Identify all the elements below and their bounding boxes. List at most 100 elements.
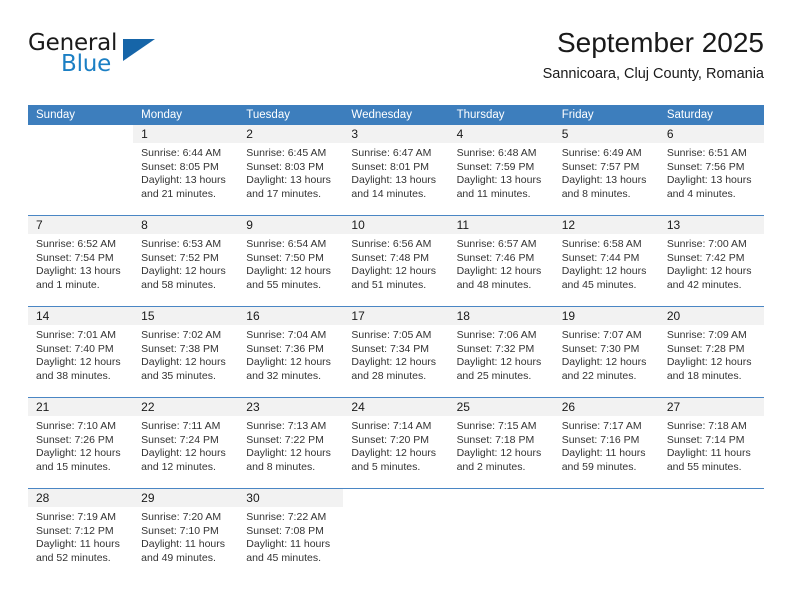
day-details: Sunrise: 6:44 AM Sunset: 8:05 PM Daylight:…: [133, 143, 238, 201]
day-details: Sunrise: 6:52 AM Sunset: 7:54 PM Daylight:…: [28, 234, 133, 292]
calendar-day-cell[interactable]: 9 Sunrise: 6:54 AM Sunset: 7:50 PM Daylight…: [238, 216, 344, 306]
weekday-header-tuesday: Tuesday: [246, 109, 290, 121]
day-details: Sunrise: 7:11 AM Sunset: 7:24 PM Daylight:…: [133, 416, 238, 474]
weekday-header-row: Sunday Monday Tuesday Wednesday Thursday…: [28, 105, 764, 125]
calendar-day-cell[interactable]: 6 Sunrise: 6:51 AM Sunset: 7:56 PM Daylight…: [658, 125, 764, 215]
sunrise-time: Sunrise: 7:10 AM: [36, 420, 116, 432]
calendar-day-cell[interactable]: 21 Sunrise: 7:10 AM Sunset: 7:26 PM Dayligh…: [28, 398, 134, 488]
calendar-day-cell[interactable]: 22 Sunrise: 7:11 AM Sunset: 7:24 PM Dayligh…: [133, 398, 239, 488]
calendar-day-cell[interactable]: 2 Sunrise: 6:45 AM Sunset: 8:03 PM Daylight…: [238, 125, 344, 215]
general-blue-logo[interactable]: General Blue: [28, 30, 208, 86]
page-header: General Blue September 2025 Sannicoara, …: [28, 26, 764, 98]
calendar-grid: Sunday Monday Tuesday Wednesday Thursday…: [28, 105, 764, 579]
sunset-time: Sunset: 7:57 PM: [561, 160, 640, 173]
day-number: 17: [343, 307, 449, 325]
daylight-duration-line2: and 4 minutes.: [666, 187, 736, 200]
calendar-day-cell[interactable]: 4 Sunrise: 6:48 AM Sunset: 7:59 PM Daylight…: [448, 125, 554, 215]
daylight-duration-line1: Daylight: 12 hours: [351, 265, 437, 278]
sunset-time: Sunset: 7:14 PM: [666, 433, 745, 446]
calendar-weeks: 1 Sunrise: 6:44 AM Sunset: 8:05 PM Daylight…: [28, 125, 764, 579]
daylight-duration-line1: Daylight: 12 hours: [36, 447, 121, 460]
sunset-time: Sunset: 7:34 PM: [351, 342, 430, 355]
calendar-day-cell[interactable]: 20 Sunrise: 7:09 AM Sunset: 7:28 PM Dayligh…: [658, 307, 764, 397]
sunset-time: Sunset: 7:42 PM: [666, 251, 745, 264]
daylight-duration-line2: and 8 minutes.: [246, 460, 316, 473]
daylight-duration-line2: and 42 minutes.: [666, 278, 742, 291]
sunrise-time: Sunrise: 6:58 AM: [561, 238, 642, 250]
calendar-day-cell[interactable]: 25 Sunrise: 7:15 AM Sunset: 7:18 PM Dayligh…: [448, 398, 554, 488]
daylight-duration-line2: and 11 minutes.: [456, 187, 531, 200]
daylight-duration-line1: Daylight: 12 hours: [246, 265, 331, 278]
daylight-duration-line2: and 21 minutes.: [141, 187, 216, 200]
calendar-day-cell[interactable]: 26 Sunrise: 7:17 AM Sunset: 7:16 PM Dayligh…: [553, 398, 659, 488]
page-title: September 2025: [556, 27, 764, 58]
sunrise-time: Sunrise: 7:06 AM: [456, 329, 537, 341]
daylight-duration-line1: Daylight: 12 hours: [246, 447, 331, 460]
daylight-duration-line1: Daylight: 13 hours: [456, 174, 542, 187]
day-number: 10: [343, 216, 449, 234]
day-details: Sunrise: 7:22 AM Sunset: 7:08 PM Daylight:…: [238, 507, 343, 565]
day-details: Sunrise: 7:13 AM Sunset: 7:22 PM Daylight:…: [238, 416, 343, 474]
sunset-time: Sunset: 7:12 PM: [36, 524, 114, 537]
day-number: 12: [553, 216, 659, 234]
day-details: Sunrise: 7:07 AM Sunset: 7:30 PM Daylight:…: [554, 325, 659, 383]
sunset-time: Sunset: 8:01 PM: [351, 160, 430, 173]
calendar-day-cell[interactable]: 10 Sunrise: 6:56 AM Sunset: 7:48 PM Dayligh…: [343, 216, 449, 306]
sunrise-time: Sunrise: 6:54 AM: [246, 238, 327, 250]
calendar-day-cell[interactable]: 1 Sunrise: 6:44 AM Sunset: 8:05 PM Daylight…: [133, 125, 239, 215]
day-number: [343, 489, 449, 507]
daylight-duration-line2: and 51 minutes.: [351, 278, 427, 291]
sunrise-time: Sunrise: 6:57 AM: [456, 238, 537, 250]
calendar-day-cell[interactable]: 24 Sunrise: 7:14 AM Sunset: 7:20 PM Dayligh…: [343, 398, 449, 488]
sunset-time: Sunset: 7:59 PM: [456, 160, 535, 173]
daylight-duration-line1: Daylight: 12 hours: [666, 265, 752, 278]
day-number: 15: [133, 307, 239, 325]
calendar-day-cell[interactable]: 29 Sunrise: 7:20 AM Sunset: 7:10 PM Dayligh…: [133, 489, 239, 579]
calendar-day-cell[interactable]: 19 Sunrise: 7:07 AM Sunset: 7:30 PM Dayligh…: [553, 307, 659, 397]
day-number: 26: [553, 398, 659, 416]
sunrise-time: Sunrise: 7:22 AM: [246, 511, 327, 523]
day-number: 21: [28, 398, 134, 416]
calendar-day-cell[interactable]: 8 Sunrise: 6:53 AM Sunset: 7:52 PM Daylight…: [133, 216, 239, 306]
calendar-day-cell[interactable]: 12 Sunrise: 6:58 AM Sunset: 7:44 PM Dayligh…: [553, 216, 659, 306]
calendar-day-cell[interactable]: 23 Sunrise: 7:13 AM Sunset: 7:22 PM Dayligh…: [238, 398, 344, 488]
calendar-week-row: 14 Sunrise: 7:01 AM Sunset: 7:40 PM Dayligh…: [28, 306, 764, 397]
daylight-duration-line1: Daylight: 13 hours: [141, 174, 226, 187]
daylight-duration-line1: Daylight: 12 hours: [141, 356, 226, 369]
sunrise-time: Sunrise: 6:47 AM: [351, 147, 432, 159]
calendar-day-cell[interactable]: 14 Sunrise: 7:01 AM Sunset: 7:40 PM Dayligh…: [28, 307, 134, 397]
daylight-duration-line1: Daylight: 12 hours: [666, 356, 752, 369]
daylight-duration-line2: and 55 minutes.: [666, 460, 742, 473]
sunset-time: Sunset: 7:48 PM: [351, 251, 430, 264]
day-number: 20: [658, 307, 764, 325]
calendar-day-cell[interactable]: 7 Sunrise: 6:52 AM Sunset: 7:54 PM Daylight…: [28, 216, 134, 306]
sunset-time: Sunset: 7:46 PM: [456, 251, 535, 264]
calendar-day-cell[interactable]: 18 Sunrise: 7:06 AM Sunset: 7:32 PM Dayligh…: [448, 307, 554, 397]
day-number: 6: [658, 125, 764, 143]
calendar-day-cell[interactable]: 3 Sunrise: 6:47 AM Sunset: 8:01 PM Daylight…: [343, 125, 449, 215]
calendar-day-cell[interactable]: 17 Sunrise: 7:05 AM Sunset: 7:34 PM Dayligh…: [343, 307, 449, 397]
day-details: [554, 507, 659, 511]
day-number: 3: [343, 125, 449, 143]
day-number: 29: [133, 489, 239, 507]
calendar-day-cell[interactable]: 28 Sunrise: 7:19 AM Sunset: 7:12 PM Dayligh…: [28, 489, 134, 579]
calendar-day-cell[interactable]: 11 Sunrise: 6:57 AM Sunset: 7:46 PM Dayligh…: [448, 216, 554, 306]
day-number: 19: [553, 307, 659, 325]
calendar-day-cell[interactable]: 30 Sunrise: 7:22 AM Sunset: 7:08 PM Dayligh…: [238, 489, 344, 579]
sunrise-time: Sunrise: 7:02 AM: [141, 329, 222, 341]
sunrise-time: Sunrise: 7:07 AM: [561, 329, 642, 341]
calendar-day-cell[interactable]: 13 Sunrise: 7:00 AM Sunset: 7:42 PM Dayligh…: [658, 216, 764, 306]
calendar-day-cell[interactable]: 27 Sunrise: 7:18 AM Sunset: 7:14 PM Dayligh…: [658, 398, 764, 488]
day-details: Sunrise: 7:00 AM Sunset: 7:42 PM Daylight:…: [659, 234, 764, 292]
day-number: [553, 489, 659, 507]
day-number: 23: [238, 398, 344, 416]
sunrise-time: Sunrise: 6:44 AM: [141, 147, 222, 159]
sunrise-time: Sunrise: 7:19 AM: [36, 511, 116, 523]
sunrise-time: Sunrise: 7:15 AM: [456, 420, 537, 432]
sunrise-time: Sunrise: 6:52 AM: [36, 238, 116, 250]
day-number: 27: [658, 398, 764, 416]
calendar-day-cell[interactable]: 5 Sunrise: 6:49 AM Sunset: 7:57 PM Daylight…: [553, 125, 659, 215]
calendar-day-cell[interactable]: 16 Sunrise: 7:04 AM Sunset: 7:36 PM Dayligh…: [238, 307, 344, 397]
daylight-duration-line1: Daylight: 12 hours: [141, 447, 226, 460]
calendar-day-cell[interactable]: 15 Sunrise: 7:02 AM Sunset: 7:38 PM Dayligh…: [133, 307, 239, 397]
